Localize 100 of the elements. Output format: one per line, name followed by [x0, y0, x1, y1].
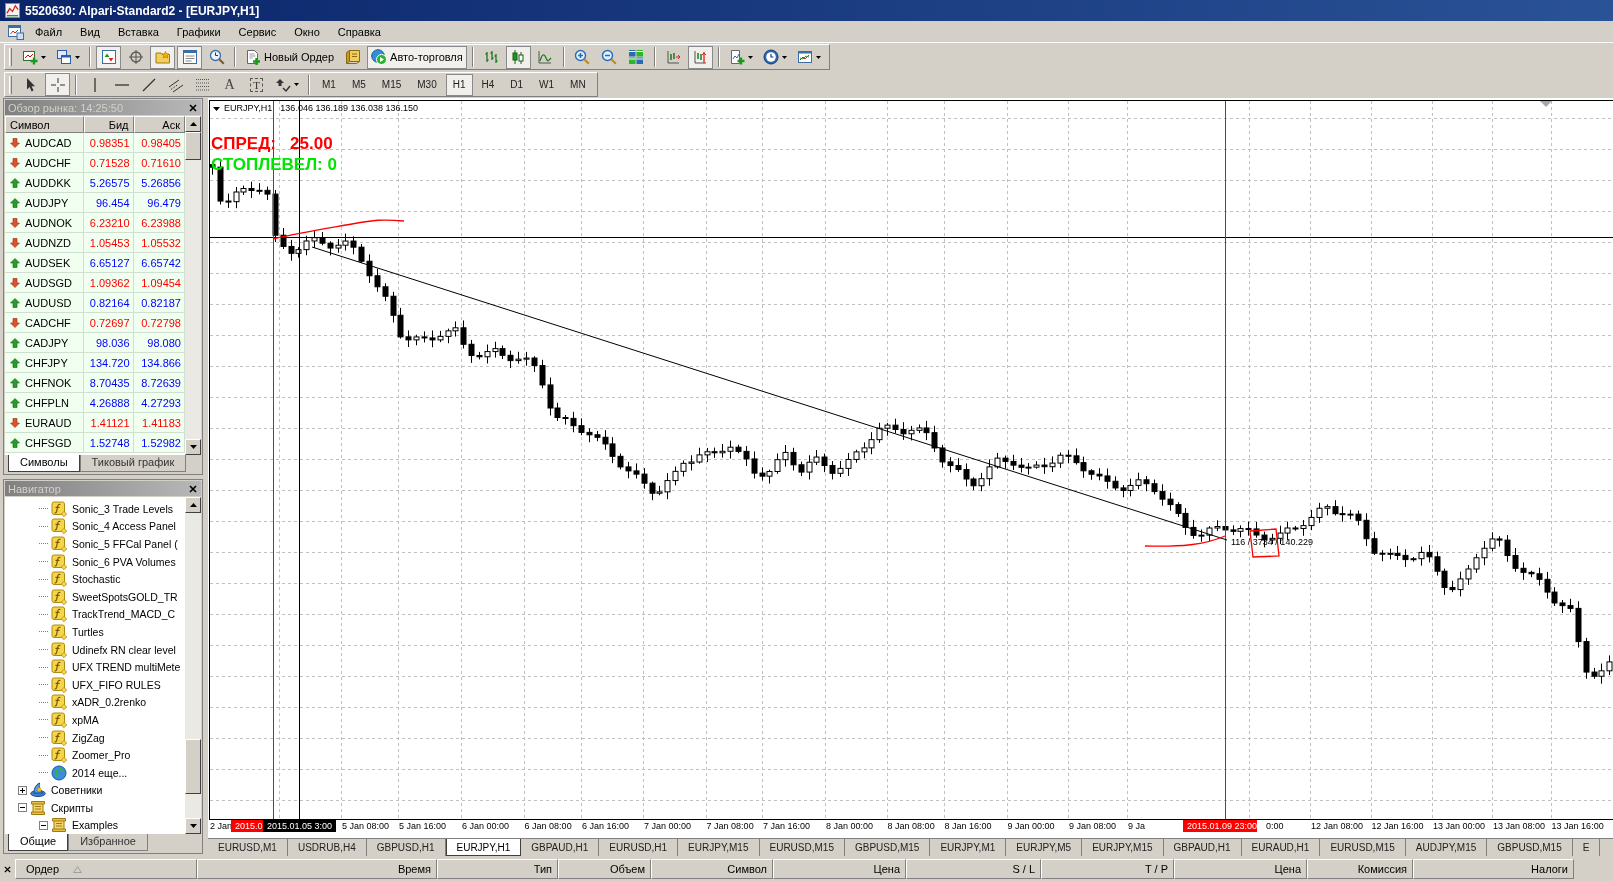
tree-item[interactable]: xADR_0.2renko — [72, 696, 147, 709]
scrollbar[interactable] — [185, 497, 201, 834]
period-button[interactable]: W1 — [532, 73, 562, 96]
toolbar-button[interactable] — [505, 45, 531, 69]
period-button[interactable]: MN — [563, 73, 593, 96]
tree-item[interactable]: UFX_FIFO RULES — [72, 678, 161, 691]
tree-item[interactable]: 2014 еще... — [72, 766, 128, 779]
scroll-up-button[interactable] — [185, 116, 201, 132]
panel-tab[interactable]: Тиковый график — [79, 455, 187, 472]
tree-item[interactable]: Stochastic — [72, 573, 121, 586]
tree-item[interactable]: Zoomer_Pro — [72, 749, 131, 762]
text-label-tool-button[interactable]: T — [244, 73, 269, 96]
tree-item[interactable]: Советники — [51, 784, 103, 797]
tree-item[interactable]: Sonic_6 PVA Volumes — [72, 555, 176, 568]
period-button[interactable]: M30 — [410, 73, 444, 96]
column-header[interactable]: Время — [197, 859, 437, 879]
column-header[interactable]: T / P — [1041, 859, 1174, 879]
tree-item[interactable]: Udinefx RN clear level — [72, 643, 176, 656]
panel-title: Обзор рынка: 14:25:50 — [8, 101, 124, 114]
panel-tab[interactable]: Избранное — [68, 834, 148, 851]
tree-item[interactable]: TrackTrend_MACD_C — [72, 608, 176, 621]
period-button[interactable]: H1 — [445, 73, 473, 96]
new-order-button[interactable]: Новый Ордер — [241, 45, 339, 69]
period-button[interactable]: H4 — [474, 73, 502, 96]
price-cell: 0.72798 — [133, 313, 185, 333]
scroll-down-button[interactable] — [185, 818, 201, 834]
expand-toggle-icon[interactable] — [39, 821, 48, 830]
column-header[interactable]: Символ — [651, 859, 773, 879]
scroll-thumb[interactable] — [185, 132, 201, 160]
scrollbar[interactable] — [185, 116, 201, 455]
chart-tab[interactable]: GBPUSD,M15 — [1487, 839, 1573, 856]
chart-tab[interactable]: EURJPY,M1 — [930, 839, 1007, 856]
menu-item[interactable]: Вид — [71, 23, 109, 40]
chart-tab[interactable]: GBPAUD,H1 — [521, 839, 600, 856]
period-button[interactable]: M5 — [344, 73, 373, 96]
tree-item[interactable]: Examples — [72, 819, 119, 832]
chart-tab[interactable]: EURUSD,M15 — [759, 839, 845, 856]
chart-tab[interactable]: EURUSD,M1 — [208, 839, 288, 856]
column-header[interactable]: Налоги — [1413, 859, 1574, 879]
column-header[interactable]: Комиссия — [1307, 859, 1413, 879]
period-button[interactable]: M1 — [315, 73, 343, 96]
column-header[interactable]: S / L — [906, 859, 1041, 879]
scroll-down-button[interactable] — [185, 439, 201, 455]
menu-item[interactable]: Сервис — [229, 23, 286, 40]
close-icon[interactable] — [4, 865, 11, 873]
period-button[interactable]: D1 — [503, 73, 531, 96]
tree-item[interactable]: ZigZag — [72, 731, 105, 744]
scroll-thumb[interactable] — [185, 738, 201, 794]
function-tile-icon — [51, 571, 67, 588]
function-tile-icon — [51, 536, 67, 552]
column-header[interactable]: Ордер — [15, 859, 197, 879]
column-header[interactable]: Цена — [1174, 859, 1307, 879]
expand-toggle-icon[interactable] — [18, 785, 27, 795]
chart-tab[interactable]: EURJPY,M15 — [678, 839, 760, 856]
chart-tab[interactable]: GBPAUD,H1 — [1163, 839, 1242, 856]
close-icon[interactable] — [189, 484, 197, 493]
chart-tab[interactable]: EURUSD,H1 — [599, 839, 679, 856]
tree-item[interactable]: Turtles — [72, 625, 104, 638]
chart-window-icon[interactable] — [8, 23, 24, 40]
tree-item[interactable]: xpMA — [72, 713, 99, 726]
column-header[interactable]: Цена — [773, 859, 906, 879]
chart-tab[interactable]: EURJPY,M5 — [1006, 839, 1083, 856]
tree-item[interactable]: Sonic_5 FFCal Panel ( — [72, 538, 178, 550]
column-header[interactable]: Символ — [5, 116, 85, 133]
menu-item[interactable]: Файл — [26, 23, 72, 40]
auto-trading-button[interactable]: Авто-торговля — [367, 45, 467, 69]
tree-item[interactable]: Скрипты — [51, 801, 93, 814]
column-header[interactable]: Бид — [84, 116, 134, 133]
column-header[interactable]: Аск — [133, 116, 185, 133]
menu-item[interactable]: Графики — [167, 23, 230, 40]
toolbar-button[interactable] — [177, 45, 202, 69]
bars-right-arrow-icon — [665, 49, 682, 65]
tree-item[interactable]: UFX TREND multiMete — [72, 661, 181, 674]
panel-tab[interactable]: Общие — [8, 834, 69, 851]
tree-item[interactable]: Sonic_4 Access Panel — [72, 520, 176, 533]
chart-tab[interactable]: AUDJPY,M15 — [1405, 839, 1488, 856]
chart-tab[interactable]: EURJPY,M15 — [1082, 839, 1164, 856]
expand-toggle-icon[interactable] — [18, 803, 27, 813]
chart-tab[interactable]: GBPUSD,H1 — [366, 839, 446, 856]
menu-item[interactable]: Справка — [328, 23, 390, 40]
toolbar-button[interactable] — [96, 45, 121, 69]
chart-tab[interactable]: E — [1572, 839, 1601, 856]
menu-item[interactable]: Окно — [285, 23, 329, 40]
chart-tab[interactable]: EURUSD,M15 — [1320, 839, 1406, 856]
scroll-up-button[interactable] — [185, 497, 201, 513]
panel-tab[interactable]: Символы — [8, 455, 80, 472]
period-button[interactable]: M15 — [374, 73, 409, 96]
tree-item[interactable]: Sonic_3 Trade Levels — [72, 502, 173, 515]
tree-item[interactable]: SweetSpotsGOLD_TR — [72, 590, 178, 603]
menu-item[interactable]: Вставка — [108, 23, 168, 40]
diagonal-line-icon — [141, 77, 156, 92]
column-header[interactable]: Тип — [437, 859, 558, 879]
chart-tab[interactable]: USDRUB,H4 — [287, 839, 367, 856]
close-icon[interactable] — [189, 103, 197, 112]
column-header[interactable]: Объем — [558, 859, 651, 879]
text-tool-button[interactable]: A — [217, 73, 242, 96]
triangle-icon[interactable] — [213, 106, 220, 111]
chart-tab[interactable]: GBPUSD,M15 — [844, 839, 931, 856]
chart-tab[interactable]: EURJPY,H1 — [445, 839, 522, 856]
chart-tab[interactable]: EURAUD,H1 — [1241, 839, 1321, 856]
